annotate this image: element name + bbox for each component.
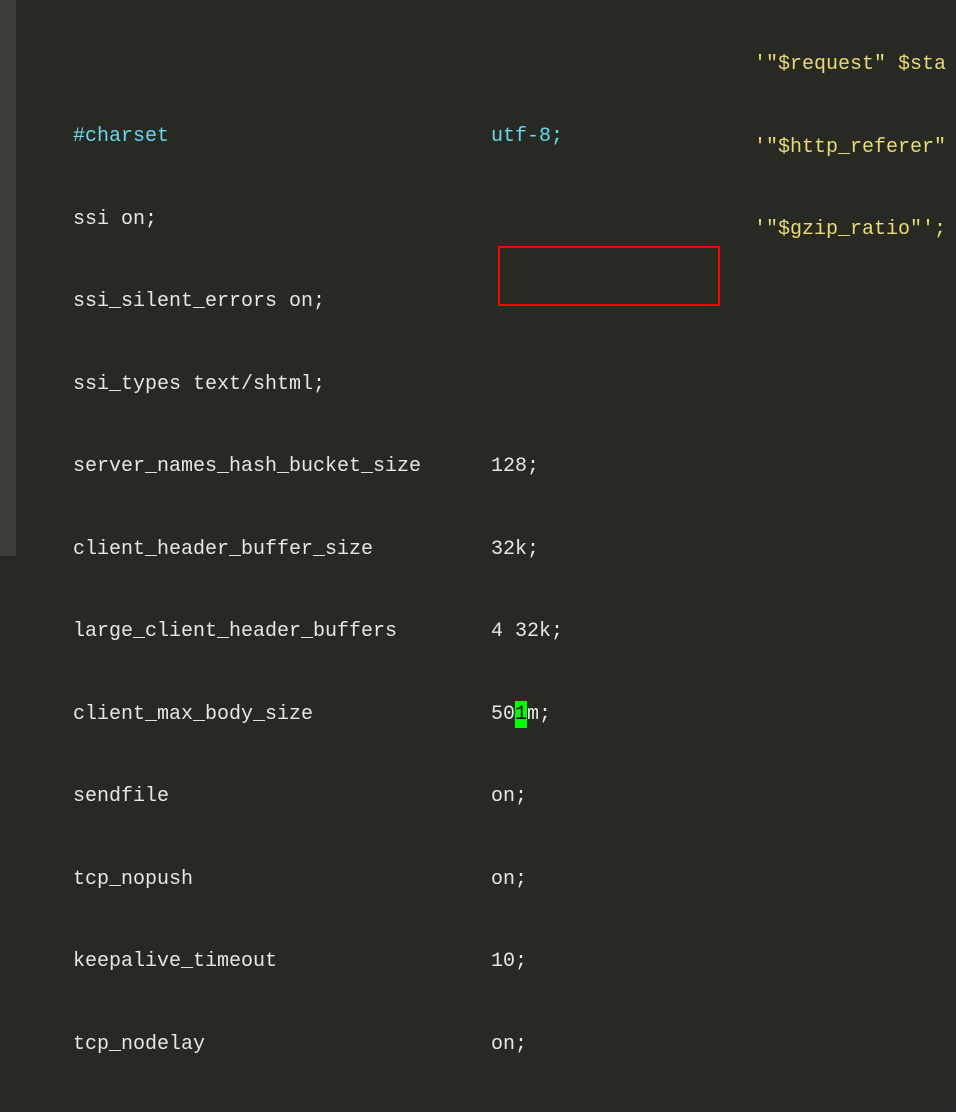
- value: 128;: [491, 453, 539, 481]
- directive-sendfile: sendfile: [73, 783, 491, 811]
- directive-client-max-body: client_max_body_size: [73, 701, 491, 729]
- directive-tcp-nopush: tcp_nopush: [73, 866, 491, 894]
- value: 32k;: [491, 536, 539, 564]
- directive-tcp-nodelay: tcp_nodelay: [73, 1031, 491, 1059]
- directive-ssi: ssi on;: [73, 206, 491, 234]
- code-line: server_names_hash_bucket_size128;: [73, 453, 956, 481]
- directive-ssi-silent: ssi_silent_errors on;: [73, 288, 491, 316]
- cursor: 1: [515, 701, 527, 729]
- value: 10;: [491, 948, 527, 976]
- value: on;: [491, 866, 527, 894]
- code-line: ssi_types text/shtml;: [73, 371, 956, 399]
- value: utf-8;: [491, 123, 563, 151]
- code-line: keepalive_timeout10;: [73, 948, 956, 976]
- code-line: tcp_nopushon;: [73, 866, 956, 894]
- code-line: client_header_buffer_size32k;: [73, 536, 956, 564]
- value: 501m;: [491, 701, 551, 729]
- code-line: #charsetutf-8;: [73, 123, 956, 151]
- code-editor[interactable]: #charsetutf-8; ssi on; ssi_silent_errors…: [0, 0, 956, 1112]
- code-line: sendfileon;: [73, 783, 956, 811]
- directive-charset: #charset: [73, 123, 491, 151]
- code-line: ssi on;: [73, 206, 956, 234]
- directive-large-client: large_client_header_buffers: [73, 618, 491, 646]
- code-line: client_max_body_size501m;: [73, 701, 956, 729]
- directive-keepalive: keepalive_timeout: [73, 948, 491, 976]
- directive-client-header: client_header_buffer_size: [73, 536, 491, 564]
- code-line: tcp_nodelayon;: [73, 1031, 956, 1059]
- code-line: large_client_header_buffers4 32k;: [73, 618, 956, 646]
- value: 4 32k;: [491, 618, 563, 646]
- directive-server-names: server_names_hash_bucket_size: [73, 453, 491, 481]
- directive-ssi-types: ssi_types text/shtml;: [73, 371, 491, 399]
- value: on;: [491, 1031, 527, 1059]
- value: on;: [491, 783, 527, 811]
- code-line: ssi_silent_errors on;: [73, 288, 956, 316]
